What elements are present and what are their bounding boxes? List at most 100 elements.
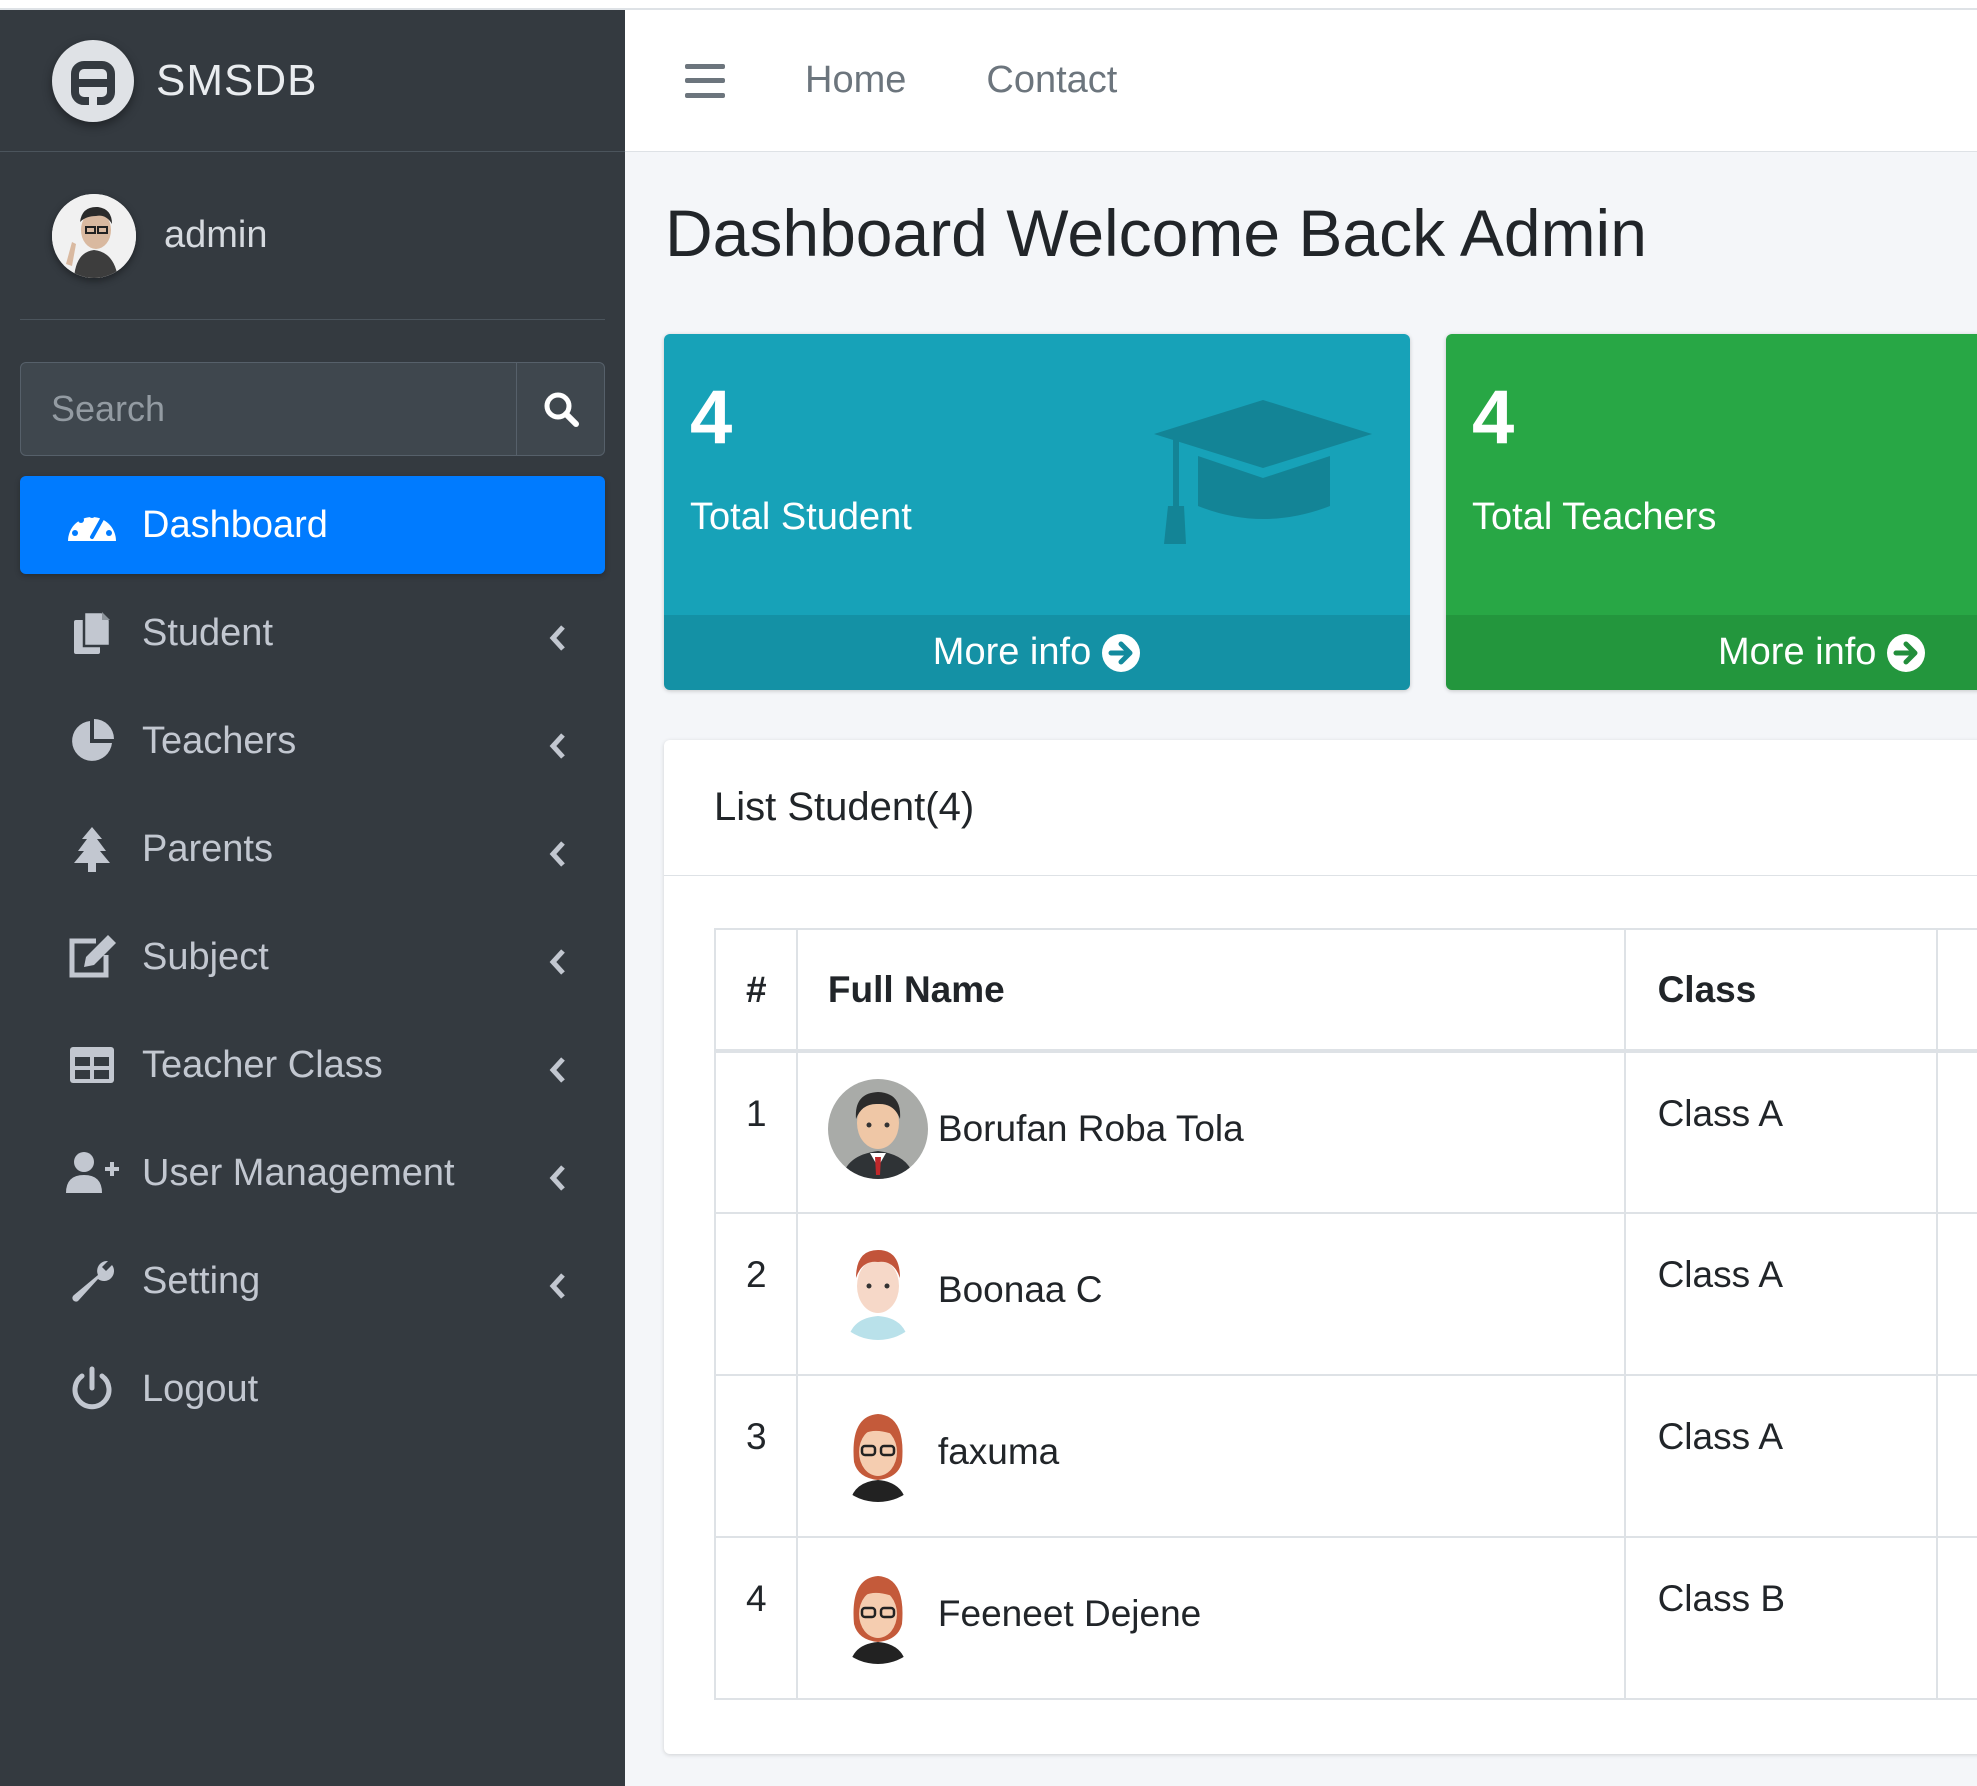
stat-box-total-teachers: 4 Total Teachers More info bbox=[1446, 334, 1977, 690]
search-input[interactable] bbox=[21, 363, 516, 455]
stat-label: Total Student bbox=[690, 496, 912, 538]
name-cell: Boonaa C bbox=[795, 1212, 1626, 1376]
nav-link-contact[interactable]: Contact bbox=[986, 59, 1117, 102]
edit-icon bbox=[64, 932, 120, 982]
sidebar-item-teacher-class[interactable]: Teacher Class bbox=[20, 1016, 605, 1114]
student-name: Feeneet Dejene bbox=[937, 1593, 1202, 1634]
arrow-circle-right-icon bbox=[1101, 633, 1141, 673]
table-row[interactable]: 3 faxuma Class A bbox=[714, 1374, 1977, 1538]
sidebar-item-dashboard[interactable]: Dashboard bbox=[20, 476, 605, 574]
stat-value: 4 bbox=[690, 375, 733, 460]
page-title: Dashboard Welcome Back Admin bbox=[665, 196, 1647, 270]
class-cell: Class B bbox=[1623, 1536, 1939, 1700]
copy-icon bbox=[64, 608, 120, 658]
table-icon bbox=[64, 1040, 120, 1090]
user-panel[interactable]: admin bbox=[20, 152, 605, 320]
sidebar-item-setting[interactable]: Setting bbox=[20, 1232, 605, 1330]
search-button[interactable] bbox=[516, 363, 604, 455]
sidebar-item-subject[interactable]: Subject bbox=[20, 908, 605, 1006]
chevron-left-icon bbox=[549, 1267, 567, 1310]
stat-label: Total Teachers bbox=[1472, 496, 1717, 538]
more-info-link[interactable]: More info bbox=[664, 615, 1410, 690]
brand-logo-icon bbox=[52, 39, 134, 122]
sidebar-item-teachers[interactable]: Teachers bbox=[20, 692, 605, 790]
column-header-truncated bbox=[1936, 928, 1977, 1053]
sidebar-item-label: Subject bbox=[142, 935, 269, 978]
user-plus-icon bbox=[64, 1148, 120, 1198]
column-header-number: # bbox=[714, 928, 798, 1053]
class-cell: Class A bbox=[1623, 1212, 1939, 1376]
class-cell: Class A bbox=[1623, 1050, 1939, 1214]
top-strip bbox=[0, 0, 1977, 10]
sidebar-item-user-management[interactable]: User Management bbox=[20, 1124, 605, 1222]
admin-avatar[interactable] bbox=[52, 193, 136, 278]
sidebar-item-label: Dashboard bbox=[142, 503, 328, 546]
user-name[interactable]: admin bbox=[164, 214, 268, 257]
sidebar-item-logout[interactable]: Logout bbox=[20, 1340, 605, 1438]
row-number: 4 bbox=[714, 1536, 798, 1700]
sidebar-item-label: Logout bbox=[142, 1367, 259, 1410]
chart-pie-icon bbox=[64, 716, 120, 766]
truncated-cell bbox=[1936, 1050, 1977, 1214]
brand-link[interactable]: SMSDB bbox=[0, 10, 625, 152]
student-avatar bbox=[827, 1564, 928, 1664]
sidebar-item-label: Parents bbox=[142, 827, 273, 870]
sidebar-item-parents[interactable]: Parents bbox=[20, 800, 605, 898]
name-cell: Borufan Roba Tola bbox=[795, 1050, 1626, 1214]
student-name: faxuma bbox=[937, 1431, 1060, 1472]
table-row[interactable]: 2 Boonaa C Class A bbox=[714, 1212, 1977, 1376]
table-header-row: # Full Name Class bbox=[714, 928, 1977, 1053]
graduation-cap-icon bbox=[1150, 394, 1376, 549]
chevron-left-icon bbox=[549, 727, 567, 770]
name-cell: Feeneet Dejene bbox=[795, 1536, 1626, 1700]
nav-link-home[interactable]: Home bbox=[805, 59, 906, 102]
row-number: 1 bbox=[714, 1050, 798, 1214]
student-table: # Full Name Class 1 Borufan Roba Tola Cl… bbox=[714, 928, 1977, 1700]
column-header-full-name: Full Name bbox=[795, 928, 1626, 1053]
truncated-cell bbox=[1936, 1374, 1977, 1538]
row-number: 2 bbox=[714, 1212, 798, 1376]
chevron-left-icon bbox=[549, 619, 567, 662]
chevron-left-icon bbox=[549, 943, 567, 986]
truncated-cell bbox=[1936, 1536, 1977, 1700]
top-navbar: Home Contact bbox=[625, 10, 1977, 152]
column-header-class: Class bbox=[1623, 928, 1939, 1053]
table-row[interactable]: 4 Feeneet Dejene Class B bbox=[714, 1536, 1977, 1700]
student-name: Borufan Roba Tola bbox=[937, 1108, 1244, 1149]
sidebar-item-label: Setting bbox=[142, 1259, 261, 1302]
truncated-cell bbox=[1936, 1212, 1977, 1376]
table-row[interactable]: 1 Borufan Roba Tola Class A bbox=[714, 1050, 1977, 1214]
student-name: Boonaa C bbox=[937, 1269, 1103, 1310]
wrench-icon bbox=[64, 1256, 120, 1306]
tachometer-icon bbox=[64, 500, 120, 550]
menu-toggle-icon[interactable] bbox=[685, 63, 725, 98]
student-avatar bbox=[827, 1402, 928, 1502]
sidebar-item-student[interactable]: Student bbox=[20, 584, 605, 682]
sidebar-search bbox=[20, 362, 605, 456]
sidebar-item-label: User Management bbox=[142, 1151, 455, 1194]
row-number: 3 bbox=[714, 1374, 798, 1538]
chevron-left-icon bbox=[549, 1159, 567, 1202]
student-list-card: List Student(4) # Full Name Class 1 Boru… bbox=[664, 740, 1977, 1754]
sidebar-item-label: Teacher Class bbox=[142, 1043, 383, 1086]
tree-icon bbox=[64, 824, 120, 874]
brand-name: SMSDB bbox=[156, 55, 318, 105]
more-info-label: More info bbox=[1718, 631, 1877, 673]
power-icon bbox=[64, 1364, 120, 1414]
stat-value: 4 bbox=[1472, 375, 1515, 460]
arrow-circle-right-icon bbox=[1886, 633, 1926, 673]
card-title: List Student(4) bbox=[664, 740, 1977, 876]
more-info-label: More info bbox=[932, 631, 1092, 673]
stat-box-total-student: 4 Total Student More info bbox=[664, 334, 1410, 690]
student-avatar bbox=[827, 1240, 928, 1340]
sidebar-item-label: Student bbox=[142, 611, 273, 654]
sidebar-item-label: Teachers bbox=[142, 719, 297, 762]
sidebar-nav: Dashboard Student Teachers Parents Subje… bbox=[20, 476, 605, 1448]
chevron-left-icon bbox=[549, 835, 567, 878]
chevron-left-icon bbox=[549, 1051, 567, 1094]
student-avatar bbox=[827, 1079, 928, 1179]
name-cell: faxuma bbox=[795, 1374, 1626, 1538]
more-info-link[interactable]: More info bbox=[1446, 615, 1977, 690]
search-icon bbox=[544, 392, 579, 427]
class-cell: Class A bbox=[1623, 1374, 1939, 1538]
